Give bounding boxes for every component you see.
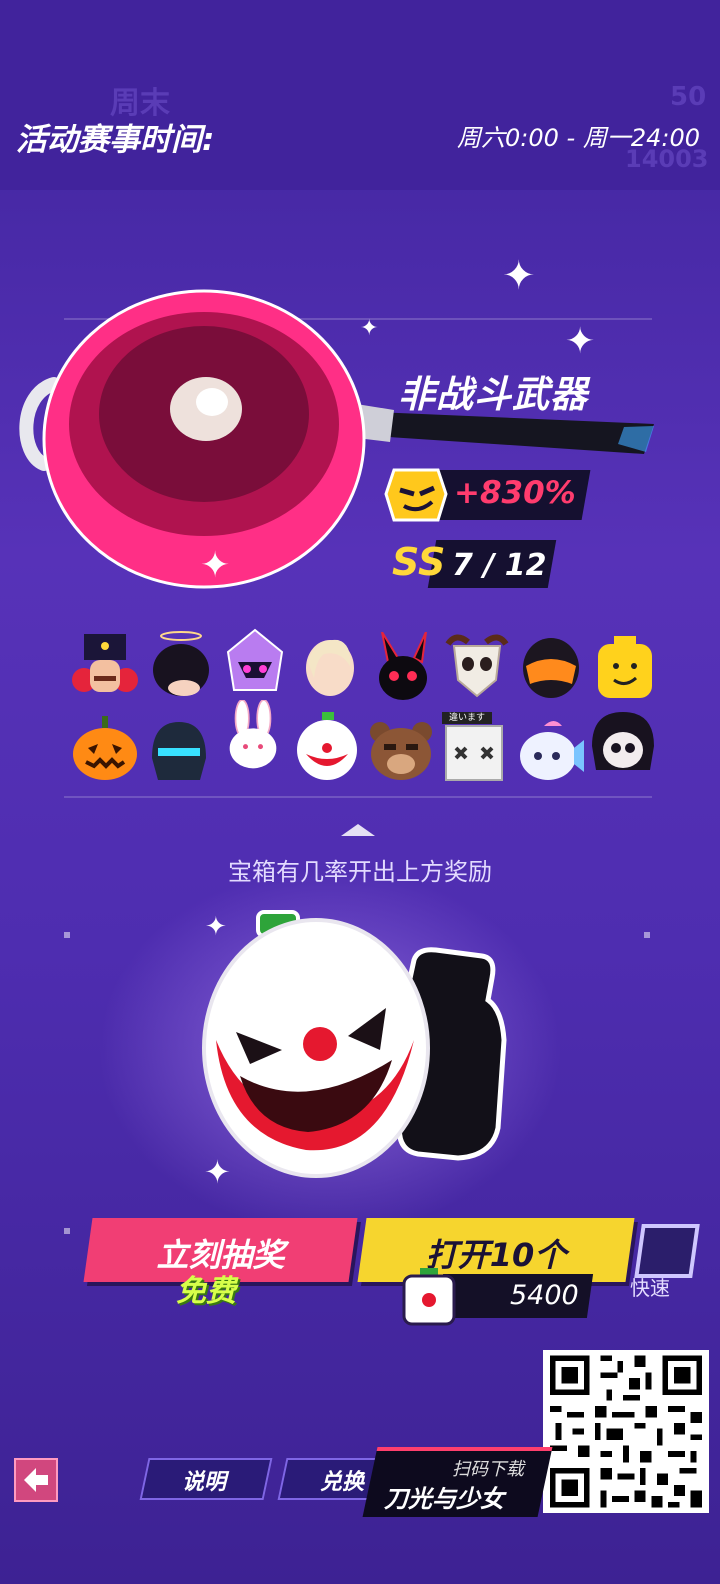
event-time-label: 活动赛事时间: [16, 122, 215, 158]
rarity-progress: SS 7 / 12 [392, 538, 557, 592]
quick-checkbox[interactable] [634, 1224, 700, 1278]
event-time-value: 周六0:00 - 周一24:00 [457, 124, 700, 152]
explain-label: 说明 [181, 1470, 226, 1495]
yellow-brick-head-icon [598, 636, 652, 698]
background [0, 0, 720, 1584]
quick-label: 快速 [630, 1276, 670, 1300]
box-head-icon: 違います [440, 712, 510, 782]
orange-visor-helmet-icon [523, 638, 579, 698]
sparkle-icon: ✦ [565, 321, 596, 362]
up-arrow-icon [341, 824, 375, 836]
open-ten-cost: 5400 [400, 1268, 594, 1326]
reward-hint-text: 宝箱有几率开出上方奖励 [228, 858, 492, 886]
header-ghost-number: 50 [670, 82, 707, 112]
frame-corner [64, 932, 70, 938]
damage-bonus: +830% [384, 464, 591, 526]
clown-chest-icon[interactable] [196, 900, 526, 1200]
explain-button[interactable]: 说明 [139, 1458, 273, 1500]
free-label: 免费 [176, 1274, 236, 1309]
box-head-shape [445, 725, 503, 781]
download-banner[interactable]: 扫码下载 刀光与少女 [362, 1447, 553, 1517]
rarity-label: SS [392, 540, 446, 584]
pumpkin-head-icon [73, 716, 137, 780]
download-hint: 扫码下载 [452, 1459, 524, 1480]
back-arrow-icon [24, 1468, 48, 1492]
fish-head-icon [520, 721, 584, 780]
knight-helmet-icon [152, 722, 206, 780]
weapon-name: 非战斗武器 [398, 373, 588, 416]
qr-code [543, 1350, 709, 1513]
back-button[interactable] [14, 1458, 58, 1502]
clown-face-icon [297, 712, 357, 780]
header-bar: 周末 50 14003 活动赛事时间: 周六0:00 - 周一24:00 [0, 0, 720, 190]
bonus-value: +830% [454, 475, 576, 511]
black-bunny-mask-icon [379, 632, 427, 700]
purple-mech-helmet-icon [226, 628, 284, 691]
collection-progress: 7 / 12 [452, 548, 547, 583]
white-rabbit-head-icon [229, 700, 277, 769]
cost-value: 5400 [510, 1280, 579, 1311]
angry-face-icon [384, 468, 448, 522]
frame-corner [64, 1228, 70, 1234]
black-hair-halo-icon [153, 631, 209, 696]
divider [64, 796, 652, 798]
sparkle-icon: ✦ [502, 253, 536, 299]
sparkle-icon: ✦ [200, 545, 231, 586]
nutcracker-hat-icon [72, 634, 138, 692]
sparkle-icon: ✦ [360, 316, 379, 341]
download-game-title: 刀光与少女 [384, 1485, 504, 1513]
bear-head-icon [370, 722, 432, 780]
clown-chest-currency-icon [402, 1268, 456, 1326]
blonde-hair-icon [306, 639, 354, 696]
frame-corner [644, 932, 650, 938]
reaper-skull-icon [592, 712, 654, 770]
goat-skull-mask-icon [445, 634, 509, 698]
